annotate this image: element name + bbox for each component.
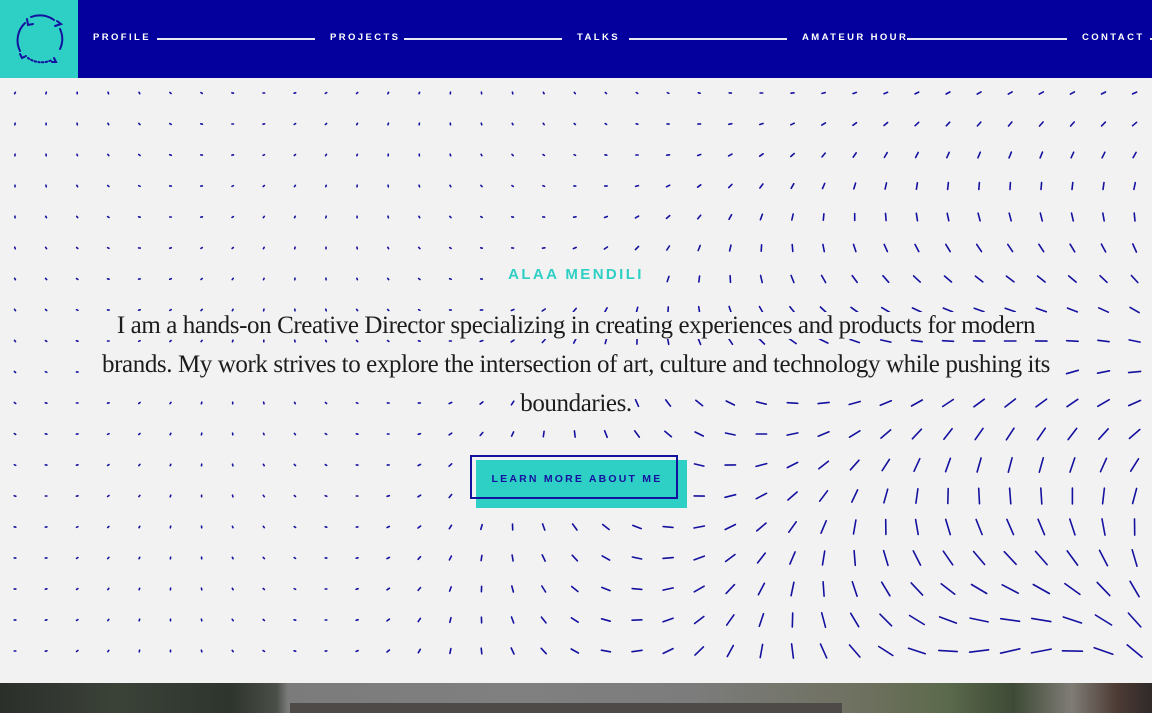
nav-divider	[404, 38, 562, 40]
top-navigation-bar: PROFILE PROJECTS TALKS AMATEUR HOUR CONT…	[0, 0, 1152, 78]
nav-divider	[907, 38, 1067, 40]
hero-name: ALAA MENDILI	[502, 266, 650, 283]
nav-contact[interactable]: CONTACT	[1082, 32, 1145, 43]
circular-arrows-logo-icon	[16, 14, 64, 64]
cta-container: LEARN MORE ABOUT ME	[470, 455, 688, 509]
hero-bio-text: I am a hands-on Creative Director specia…	[100, 312, 1052, 417]
nav-profile[interactable]: PROFILE	[93, 32, 151, 43]
nav-divider	[157, 38, 315, 40]
main-nav: PROFILE PROJECTS TALKS AMATEUR HOUR CONT…	[78, 0, 1152, 78]
learn-more-button[interactable]: LEARN MORE ABOUT ME	[470, 455, 678, 499]
nav-projects[interactable]: PROJECTS	[330, 32, 400, 43]
home-logo-link[interactable]	[0, 0, 78, 78]
footer-photo-strip	[0, 683, 1152, 713]
hero-section: ALAA MENDILI I am a hands-on Creative Di…	[0, 78, 1152, 683]
nav-divider	[629, 38, 787, 40]
hero-bio: I am a hands-on Creative Director specia…	[96, 306, 1056, 423]
learn-more-label: LEARN MORE ABOUT ME	[491, 473, 663, 485]
nav-amateur-hour[interactable]: AMATEUR HOUR	[802, 32, 908, 43]
nav-talks[interactable]: TALKS	[577, 32, 620, 43]
